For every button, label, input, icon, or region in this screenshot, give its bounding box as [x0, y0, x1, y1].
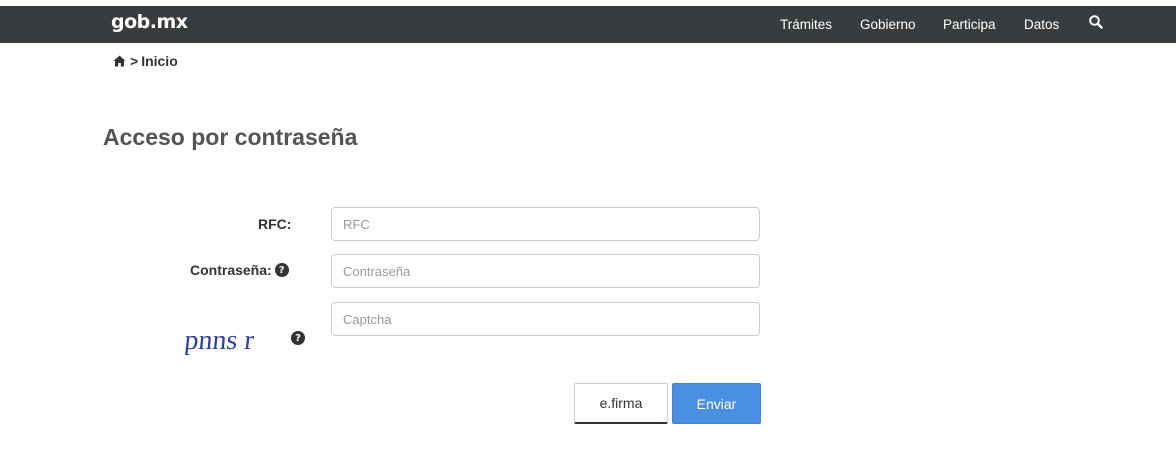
captcha-text: pnns r: [185, 325, 256, 356]
password-label: Contraseña:: [190, 262, 272, 278]
password-label-group: Contraseña: ?: [190, 262, 289, 278]
gobmx-logo[interactable]: gob.mx: [111, 11, 188, 33]
nav-datos[interactable]: Datos: [1024, 17, 1059, 32]
breadcrumb: > Inicio: [113, 53, 178, 69]
nav-tramites[interactable]: Trámites: [780, 17, 832, 32]
breadcrumb-current[interactable]: Inicio: [141, 53, 178, 69]
nav-gobierno[interactable]: Gobierno: [860, 17, 916, 32]
password-input[interactable]: [331, 254, 760, 288]
rfc-input[interactable]: [331, 207, 760, 241]
search-icon[interactable]: [1088, 14, 1104, 30]
efirma-button[interactable]: e.firma: [574, 383, 668, 424]
question-circle-icon[interactable]: ?: [274, 263, 289, 277]
captcha-image: pnns r: [185, 325, 256, 356]
nav-participa[interactable]: Participa: [943, 17, 996, 32]
top-navbar: gob.mx Trámites Gobierno Participa Datos: [0, 6, 1176, 43]
captcha-input[interactable]: [331, 302, 760, 336]
captcha-help-icon[interactable]: ?: [291, 331, 305, 345]
breadcrumb-separator: >: [130, 53, 139, 69]
page-title: Acceso por contraseña: [103, 124, 358, 150]
submit-button[interactable]: Enviar: [672, 383, 761, 424]
home-icon[interactable]: [113, 55, 126, 67]
rfc-label: RFC:: [258, 216, 292, 232]
